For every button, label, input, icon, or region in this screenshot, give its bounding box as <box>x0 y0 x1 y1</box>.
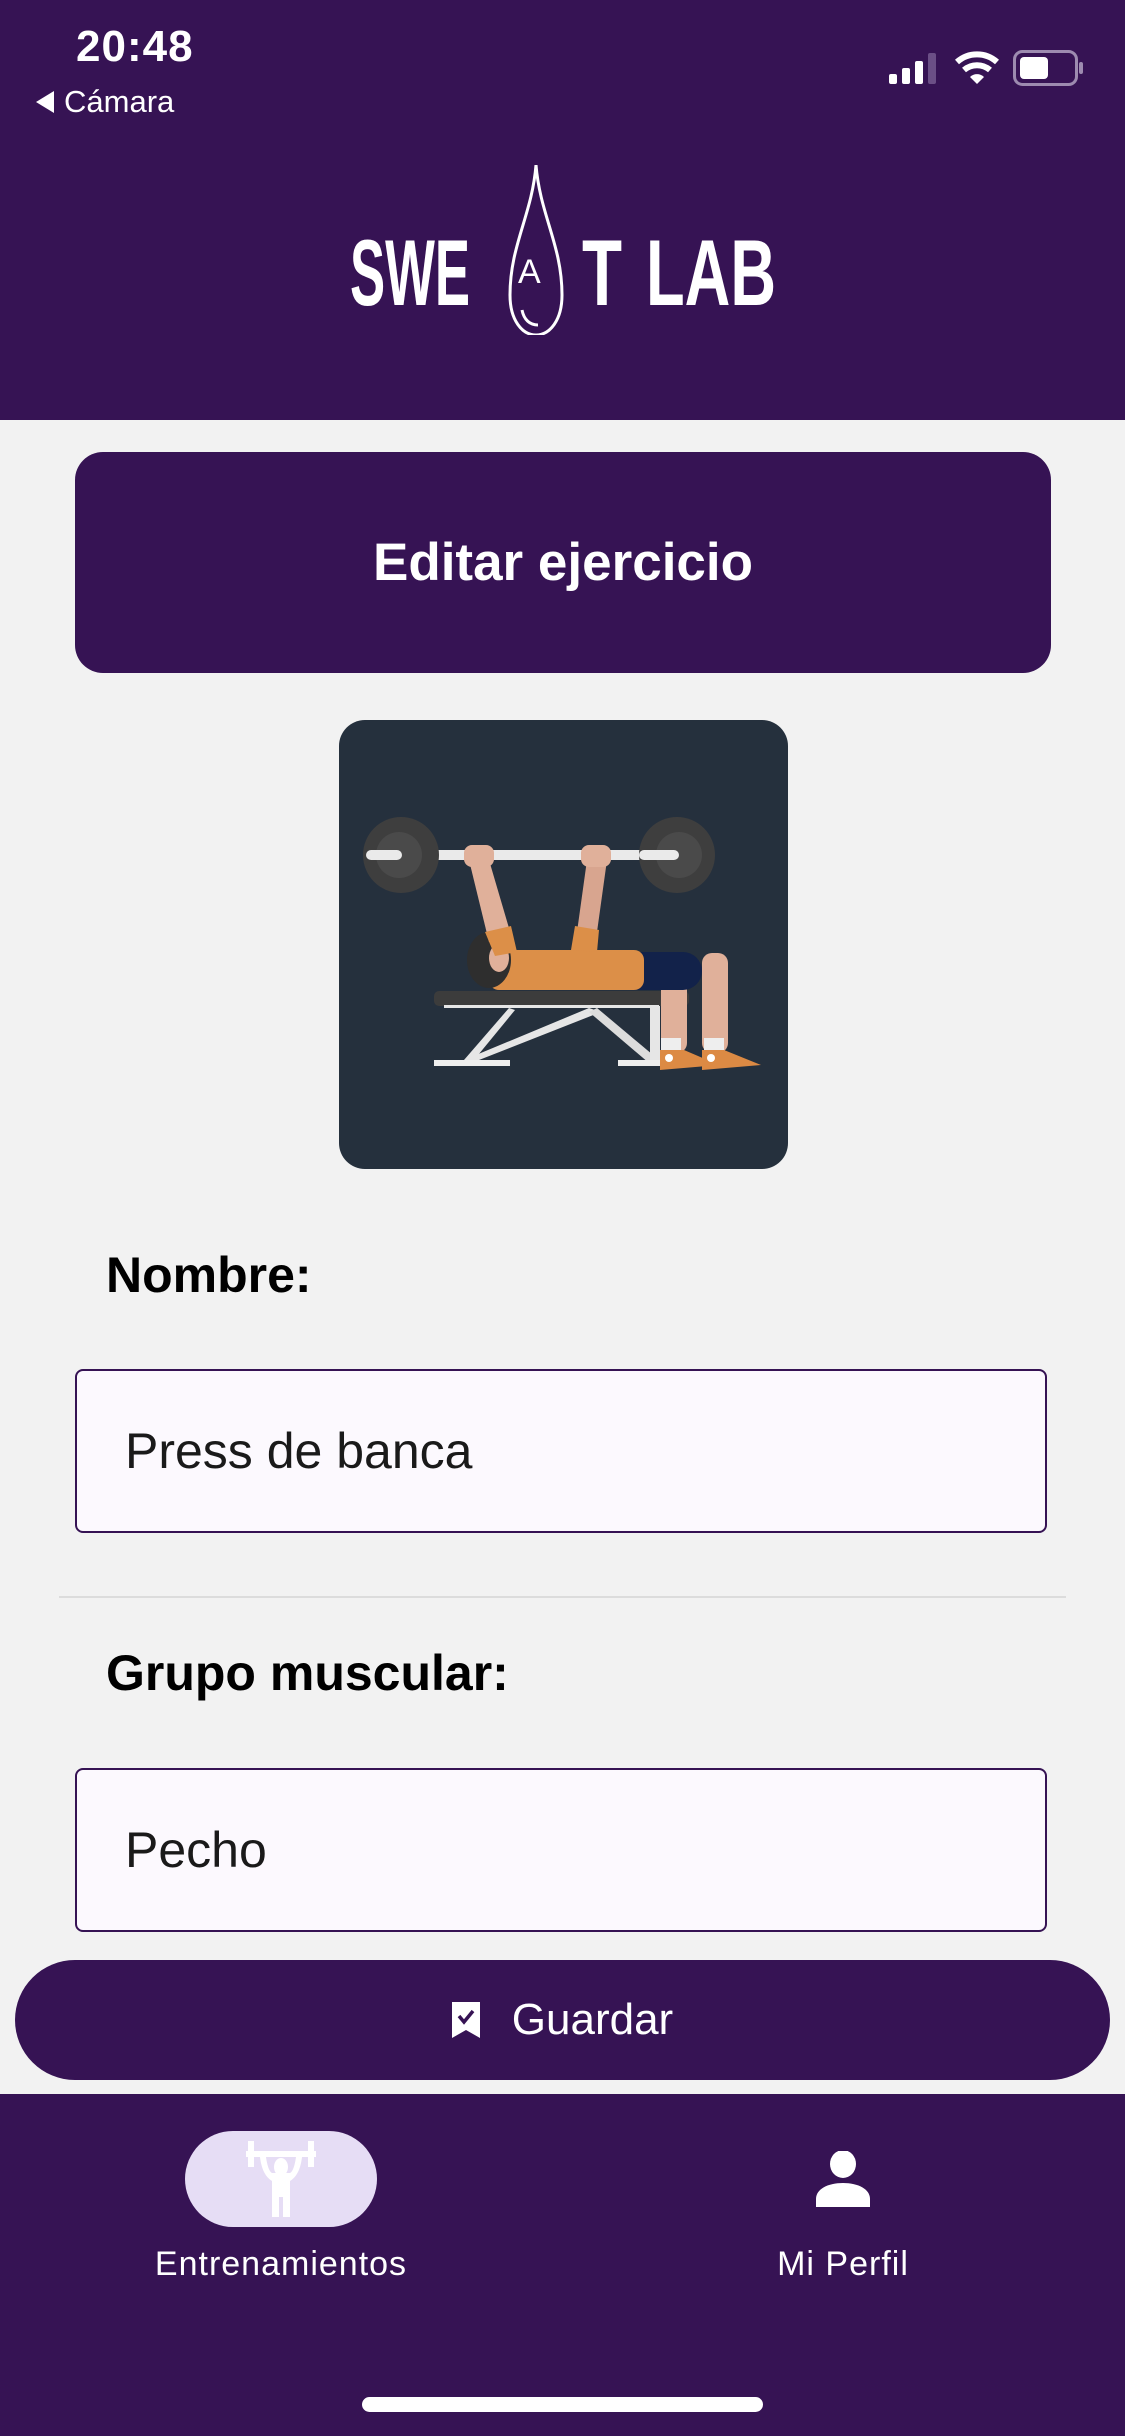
back-label: Cámara <box>64 84 175 119</box>
page-title: Editar ejercicio <box>75 452 1051 673</box>
status-icons <box>889 50 1085 86</box>
battery-icon <box>1013 50 1083 86</box>
back-arrow-icon <box>36 91 54 113</box>
person-icon <box>816 2151 870 2207</box>
muscle-group-label: Grupo muscular: <box>106 1645 509 1701</box>
nav-label: Entrenamientos <box>154 2245 408 2283</box>
signal-icon <box>889 53 936 84</box>
wifi-icon <box>955 51 999 84</box>
weightlifter-icon <box>246 2141 316 2217</box>
nav-item-entrenamientos[interactable]: Entrenamientos <box>71 2131 491 2284</box>
save-button[interactable]: Guardar <box>15 1960 1110 2080</box>
nav-label: Mi Perfil <box>777 2245 909 2283</box>
svg-text:T: T <box>582 220 622 325</box>
active-indicator <box>185 2131 377 2227</box>
bench-press-illustration <box>363 817 761 1070</box>
back-to-camera-link[interactable]: Cámara <box>36 84 174 120</box>
app-header: 20:48 Cámara SWE T LAB A <box>0 0 1125 420</box>
sweat-lab-logo: SWE T LAB A <box>350 165 775 335</box>
exercise-image[interactable] <box>339 720 788 1169</box>
bottom-navigation: Entrenamientos Mi Perfil <box>0 2094 1125 2436</box>
name-input[interactable]: Press de banca <box>75 1369 1047 1533</box>
nav-icon-container <box>747 2131 939 2227</box>
status-time: 20:48 <box>76 22 194 71</box>
svg-text:A: A <box>518 253 541 291</box>
nav-item-mi-perfil[interactable]: Mi Perfil <box>633 2131 1053 2284</box>
name-label: Nombre: <box>106 1247 312 1303</box>
bookmark-check-icon <box>451 2002 480 2038</box>
svg-text:SWE: SWE <box>350 220 470 325</box>
save-label: Guardar <box>511 1995 674 2044</box>
home-indicator[interactable] <box>362 2397 763 2412</box>
muscle-group-input[interactable]: Pecho <box>75 1768 1047 1932</box>
svg-text:LAB: LAB <box>646 220 775 325</box>
divider <box>59 1596 1066 1598</box>
